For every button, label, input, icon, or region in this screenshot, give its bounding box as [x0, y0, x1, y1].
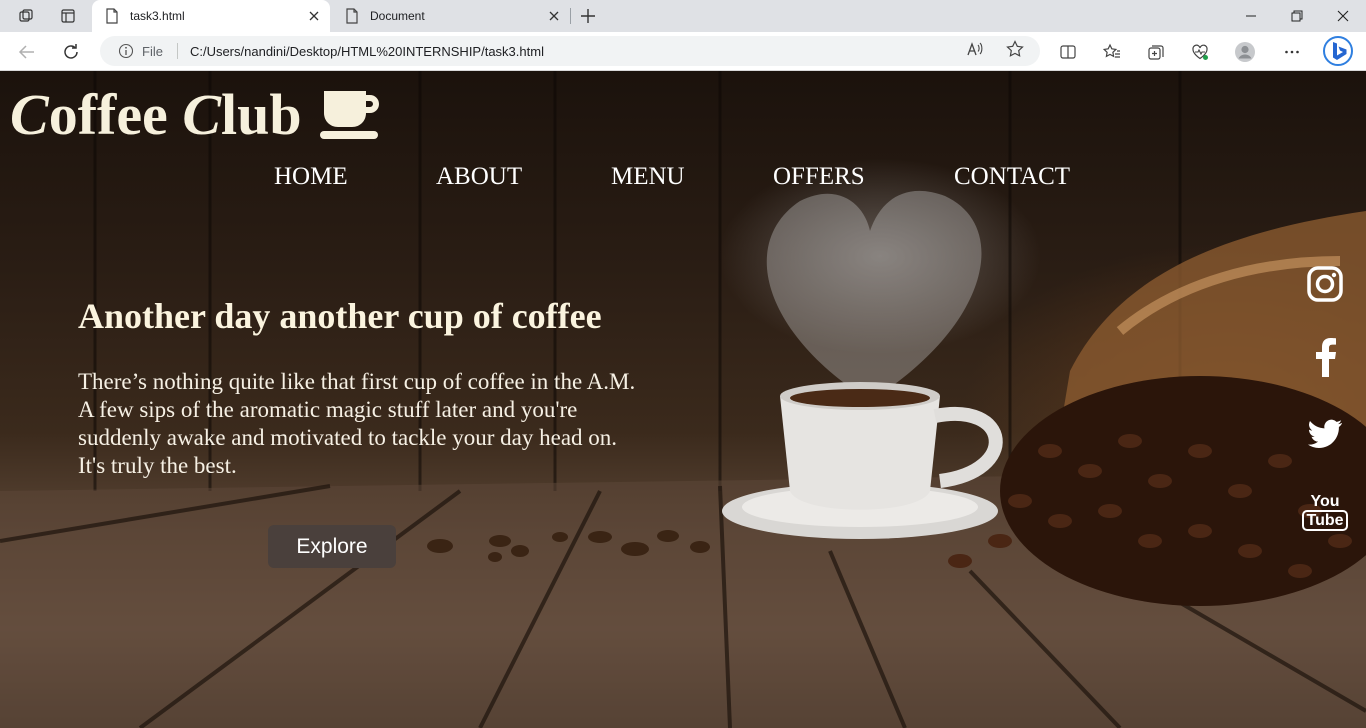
youtube-icon[interactable]: You Tube: [1302, 489, 1348, 535]
tab-document[interactable]: Document: [332, 0, 570, 32]
address-box[interactable]: File C:/Users/nandini/Desktop/HTML%20INT…: [100, 36, 1040, 66]
file-label: File: [142, 43, 163, 59]
twitter-icon[interactable]: [1302, 411, 1348, 457]
hero-line: A few sips of the aromatic magic stuff l…: [78, 397, 578, 422]
hero-paragraph: There’s nothing quite like that first cu…: [78, 368, 718, 480]
browser-essentials-icon[interactable]: [1188, 40, 1212, 64]
site-logo[interactable]: C offee C lub: [10, 81, 382, 148]
new-tab-icon[interactable]: [578, 6, 598, 26]
nav-menu[interactable]: MENU: [611, 163, 685, 191]
tab-title: Document: [370, 9, 425, 23]
explore-button[interactable]: Explore: [268, 525, 396, 568]
address-bar-row: File C:/Users/nandini/Desktop/HTML%20INT…: [0, 32, 1366, 71]
logo-text: offee: [48, 82, 183, 147]
more-options-icon[interactable]: [1280, 40, 1304, 64]
minimize-icon[interactable]: [1228, 0, 1274, 32]
logo-text: lub: [221, 82, 302, 147]
read-aloud-icon[interactable]: [965, 39, 985, 59]
collections-icon[interactable]: [1144, 40, 1168, 64]
hero-heading: Another day another cup of coffee: [78, 296, 602, 336]
tab-divider: [570, 8, 571, 24]
close-tab-icon[interactable]: [306, 8, 322, 24]
facebook-icon[interactable]: [1302, 334, 1348, 380]
profile-avatar-icon[interactable]: [1233, 40, 1257, 64]
refresh-icon[interactable]: [58, 39, 84, 65]
bing-copilot-icon[interactable]: [1322, 35, 1354, 67]
favorite-star-icon[interactable]: [1005, 39, 1025, 59]
main-navigation: HOME ABOUT MENU OFFERS CONTACT: [0, 163, 1366, 195]
restore-icon[interactable]: [1274, 0, 1320, 32]
close-tab-icon[interactable]: [546, 8, 562, 24]
nav-contact[interactable]: CONTACT: [954, 163, 1070, 191]
logo-letter: C: [10, 82, 49, 147]
page-icon: [106, 8, 118, 24]
back-icon[interactable]: [14, 39, 40, 65]
address-divider: [176, 43, 178, 59]
browser-tab-bar: task3.html Document: [0, 0, 1366, 32]
coffee-cup-icon: [319, 90, 379, 139]
url-text[interactable]: C:/Users/nandini/Desktop/HTML%20INTERNSH…: [190, 44, 544, 59]
instagram-icon[interactable]: [1302, 261, 1348, 307]
split-screen-icon[interactable]: [1056, 40, 1080, 64]
workspaces-icon[interactable]: [16, 6, 36, 26]
page-icon: [346, 8, 358, 24]
nav-home[interactable]: HOME: [274, 163, 348, 191]
nav-about[interactable]: ABOUT: [436, 163, 522, 191]
nav-offers[interactable]: OFFERS: [773, 163, 865, 191]
youtube-you-text: You: [1310, 493, 1340, 510]
hero-line: There’s nothing quite like that first cu…: [78, 369, 636, 394]
favorites-icon[interactable]: [1100, 40, 1124, 64]
tab-actions-icon[interactable]: [58, 6, 78, 26]
hero-line: suddenly awake and motivated to tackle y…: [78, 425, 618, 450]
close-window-icon[interactable]: [1320, 0, 1366, 32]
hero-line: It's truly the best.: [78, 453, 237, 478]
logo-letter: C: [182, 82, 221, 147]
coffee-hero-page: C offee C lub HOME ABOUT MENU OFFERS CON…: [0, 71, 1366, 728]
youtube-tube-text: Tube: [1302, 510, 1348, 531]
info-icon[interactable]: [118, 43, 134, 59]
tab-task3[interactable]: task3.html: [92, 0, 330, 32]
tab-title: task3.html: [130, 9, 185, 23]
